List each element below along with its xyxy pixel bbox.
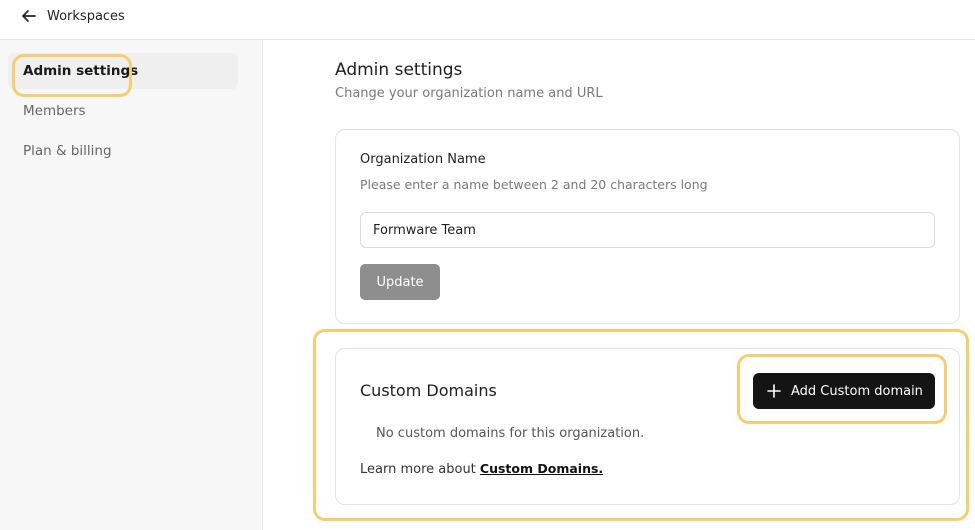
custom-domains-card: Custom Domains Add Custom domain No cust… bbox=[335, 348, 960, 505]
custom-domains-title: Custom Domains bbox=[360, 381, 497, 400]
organization-name-help: Please enter a name between 2 and 20 cha… bbox=[360, 177, 708, 192]
update-button[interactable]: Update bbox=[360, 264, 440, 300]
top-bar: Workspaces bbox=[0, 0, 975, 40]
learn-more-prefix: Learn more about bbox=[360, 462, 480, 477]
sidebar-item-plan-billing[interactable]: Plan & billing bbox=[8, 133, 238, 169]
custom-domains-link[interactable]: Custom Domains. bbox=[480, 461, 603, 476]
add-custom-domain-button[interactable]: Add Custom domain bbox=[753, 373, 935, 409]
add-custom-domain-label: Add Custom domain bbox=[791, 383, 923, 399]
page-title: Admin settings bbox=[335, 60, 463, 80]
back-to-workspaces-link[interactable]: Workspaces bbox=[20, 6, 125, 26]
sidebar-item-members[interactable]: Members bbox=[8, 93, 238, 129]
main-content: Admin settings Change your organization … bbox=[264, 41, 975, 530]
organization-name-input[interactable] bbox=[360, 212, 935, 248]
sidebar: Admin settings Members Plan & billing bbox=[0, 40, 263, 530]
back-link-label: Workspaces bbox=[47, 8, 125, 24]
arrow-left-icon bbox=[22, 10, 36, 22]
organization-name-card: Organization Name Please enter a name be… bbox=[335, 129, 960, 324]
sidebar-item-admin-settings[interactable]: Admin settings bbox=[8, 53, 238, 89]
page-subtitle: Change your organization name and URL bbox=[335, 86, 603, 101]
plus-icon bbox=[767, 384, 781, 398]
learn-more-text: Learn more about Custom Domains. bbox=[360, 461, 603, 477]
empty-state-text: No custom domains for this organization. bbox=[376, 426, 645, 441]
organization-name-label: Organization Name bbox=[360, 152, 486, 167]
